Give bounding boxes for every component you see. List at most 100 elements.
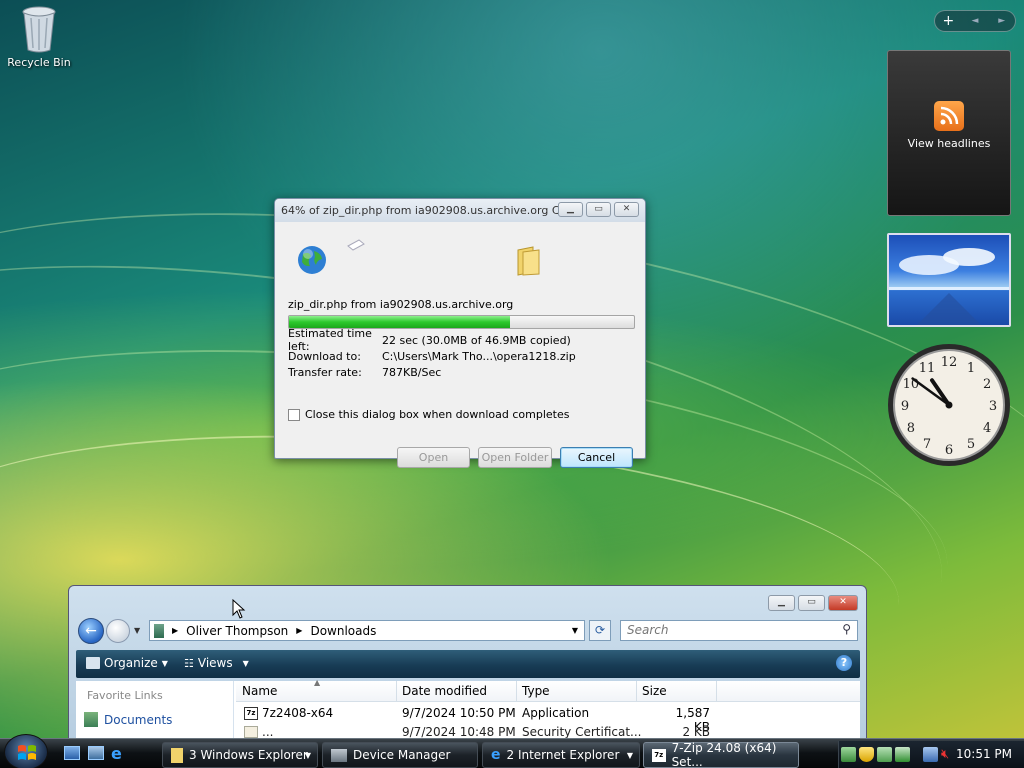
- mouse-cursor-icon: [232, 599, 246, 619]
- flying-document-icon: [347, 239, 365, 251]
- rss-icon: [934, 101, 964, 131]
- estimated-time-value: 22 sec (30.0MB of 46.9MB copied): [382, 333, 571, 347]
- open-folder-button[interactable]: Open Folder: [478, 447, 552, 468]
- view-headlines-label: View headlines: [907, 137, 991, 150]
- show-desktop-icon[interactable]: [64, 746, 80, 760]
- open-button[interactable]: Open: [397, 447, 470, 468]
- clock-numeral: 5: [967, 437, 975, 452]
- organize-label: Organize: [104, 656, 158, 670]
- next-gadget-button[interactable]: ►: [988, 16, 1015, 26]
- folder-icon: [171, 747, 183, 763]
- breadcrumb-user[interactable]: Oliver Thompson: [186, 624, 288, 638]
- network-icon[interactable]: [923, 747, 938, 762]
- clock-numeral: 7: [923, 437, 931, 452]
- organize-icon: [86, 657, 100, 669]
- search-placeholder: Search: [627, 623, 669, 637]
- folder-icon: [517, 246, 540, 276]
- taskbar-clock[interactable]: 10:51 PM: [956, 747, 1012, 761]
- recycle-bin[interactable]: Recycle Bin: [6, 4, 72, 69]
- views-button[interactable]: ☷ Views ▼: [184, 656, 249, 670]
- clock-numeral: 11: [919, 361, 936, 376]
- address-bar[interactable]: ▶ Oliver Thompson ▶ Downloads ▼: [149, 620, 585, 641]
- taskbar-internet-explorer[interactable]: e 2 Internet Explorer ▼: [482, 742, 640, 768]
- tray-app-icon[interactable]: [877, 747, 892, 762]
- forward-button[interactable]: [106, 619, 130, 643]
- navigation-pane: Favorite Links Documents: [76, 681, 234, 744]
- explorer-maximize-button[interactable]: ▭: [798, 595, 825, 611]
- windows-logo-icon: [18, 745, 36, 760]
- start-button[interactable]: [4, 734, 48, 768]
- column-date-modified[interactable]: Date modified: [402, 684, 487, 698]
- taskbar-7zip-setup[interactable]: 7z 7-Zip 24.08 (x64) Set...: [643, 741, 799, 768]
- tray-network-app-icon[interactable]: [841, 747, 856, 762]
- documents-link[interactable]: Documents: [84, 712, 172, 727]
- cancel-button[interactable]: Cancel: [560, 447, 633, 468]
- recycle-bin-label: Recycle Bin: [7, 56, 71, 69]
- download-filename: zip_dir.php from ia902908.us.archive.org: [288, 298, 514, 311]
- internet-explorer-quicklaunch-icon[interactable]: e: [111, 744, 122, 763]
- search-icon[interactable]: ⚲: [842, 622, 851, 636]
- column-type[interactable]: Type: [522, 684, 550, 698]
- explorer-window: ▁ ▭ ✕ ← ▼ ▶ Oliver Thompson ▶ Downloads …: [68, 585, 867, 745]
- internet-explorer-icon: e: [491, 747, 501, 763]
- sort-ascending-icon: ▲: [314, 678, 321, 687]
- dialog-titlebar[interactable]: 64% of zip_dir.php from ia902908.us.arch…: [275, 199, 645, 222]
- folder-location-icon: [154, 623, 164, 638]
- clock-numeral: 8: [907, 421, 915, 436]
- chevron-right-icon[interactable]: ▶: [172, 626, 178, 635]
- organize-button[interactable]: Organize ▼: [86, 656, 168, 670]
- command-bar: Organize ▼ ☷ Views ▼ ?: [76, 650, 860, 678]
- maximize-button[interactable]: ▭: [586, 202, 611, 217]
- download-to-value: C:\Users\Mark Tho...\opera1218.zip: [382, 349, 576, 363]
- views-label: Views: [197, 656, 233, 670]
- search-input[interactable]: Search ⚲: [620, 620, 858, 641]
- close-when-complete-checkbox[interactable]: Close this dialog box when download comp…: [288, 408, 569, 421]
- taskbar-button-label: 2 Internet Explorer: [506, 748, 620, 762]
- help-icon[interactable]: ?: [836, 655, 852, 671]
- clock-numeral: 10: [903, 377, 920, 392]
- close-button[interactable]: ✕: [614, 202, 639, 217]
- file-size: 2 KB: [682, 725, 710, 739]
- taskbar-button-label: Device Manager: [353, 748, 451, 762]
- explorer-close-button[interactable]: ✕: [828, 595, 858, 611]
- back-button[interactable]: ←: [78, 618, 104, 644]
- certificate-file-icon: [244, 726, 258, 738]
- favorite-links-header: Favorite Links: [87, 689, 163, 702]
- tray-update-icon[interactable]: [895, 747, 910, 762]
- taskbar-windows-explorer[interactable]: 3 Windows Explorer ▼: [162, 742, 318, 768]
- 7zip-icon: 7z: [652, 748, 666, 762]
- minimize-button[interactable]: ▁: [558, 202, 583, 217]
- add-gadget-button[interactable]: +: [935, 13, 962, 29]
- clock-numeral: 3: [989, 399, 997, 414]
- clock-gadget[interactable]: 1 2 3 4 5 6 7 8 9 10 11 12: [886, 342, 1012, 468]
- column-size[interactable]: Size: [642, 684, 667, 698]
- feed-headlines-gadget[interactable]: View headlines: [887, 50, 1011, 216]
- slideshow-gadget[interactable]: [887, 233, 1011, 327]
- file-row[interactable]: 7z 7z2408-x64 9/7/2024 10:50 PM Applicat…: [236, 705, 860, 734]
- security-shield-icon[interactable]: [859, 747, 874, 762]
- taskbar-button-label: 3 Windows Explorer: [189, 748, 308, 762]
- checkbox-box[interactable]: [288, 408, 300, 421]
- clock-numeral: 4: [983, 421, 991, 436]
- chevron-down-icon: ▼: [304, 750, 311, 760]
- address-dropdown[interactable]: ▼: [572, 626, 578, 635]
- refresh-button[interactable]: ⟳: [589, 620, 611, 641]
- file-date: 9/7/2024 10:48 PM: [402, 725, 516, 739]
- chevron-right-icon[interactable]: ▶: [296, 626, 302, 635]
- taskbar-device-manager[interactable]: Device Manager: [322, 742, 478, 768]
- close-when-complete-label: Close this dialog box when download comp…: [305, 408, 570, 421]
- breadcrumb-downloads[interactable]: Downloads: [310, 624, 376, 638]
- download-info: Estimated time left: 22 sec (30.0MB of 46…: [288, 327, 576, 380]
- recent-pages-dropdown[interactable]: ▼: [134, 626, 140, 635]
- clock-numeral: 12: [941, 355, 958, 370]
- column-name[interactable]: Name: [242, 684, 277, 698]
- prev-gadget-button[interactable]: ◄: [962, 16, 989, 26]
- explorer-minimize-button[interactable]: ▁: [768, 595, 795, 611]
- download-dialog: 64% of zip_dir.php from ia902908.us.arch…: [274, 198, 646, 468]
- clock-numeral: 9: [901, 399, 909, 414]
- taskbar: e 3 Windows Explorer ▼ Device Manager e …: [0, 734, 1024, 768]
- chevron-down-icon: ▼: [161, 658, 168, 668]
- dialog-title: 64% of zip_dir.php from ia902908.us.arch…: [281, 204, 570, 217]
- switch-windows-icon[interactable]: [88, 746, 104, 760]
- volume-muted-icon[interactable]: 🔇︎: [941, 747, 956, 762]
